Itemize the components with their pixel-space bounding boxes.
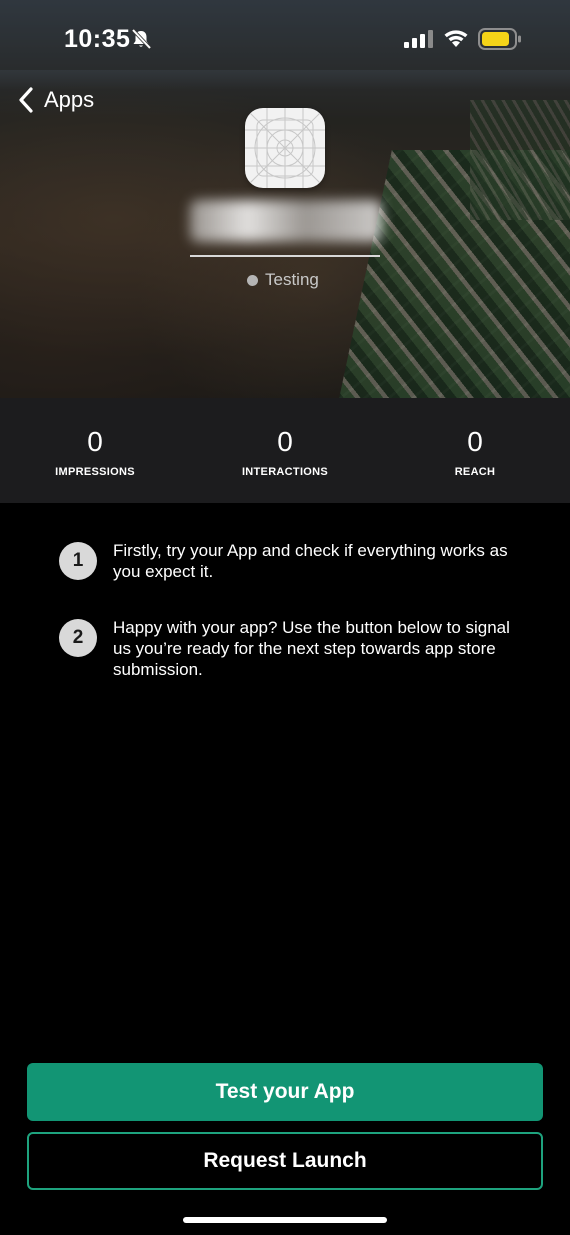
stat-value: 0	[467, 426, 483, 457]
status-bar: 10:35	[0, 0, 570, 80]
stat-value: 0	[87, 426, 103, 457]
back-button[interactable]: Apps	[16, 86, 94, 114]
step-text: Happy with your app? Use the button belo…	[113, 618, 510, 679]
app-name-underline	[190, 255, 380, 257]
app-name-redacted	[190, 200, 382, 242]
step-number-badge: 1	[59, 542, 97, 580]
app-icon	[245, 108, 325, 188]
wifi-icon	[444, 30, 468, 47]
bell-muted-icon	[131, 28, 152, 50]
status-dot-icon	[247, 274, 258, 286]
stat-impressions: 0 IMPRESSIONS	[0, 398, 190, 503]
step-number-badge: 2	[59, 619, 97, 657]
test-app-button[interactable]: Test your App	[27, 1063, 543, 1121]
stat-label: INTERACTIONS	[241, 466, 329, 478]
battery-icon	[478, 28, 521, 50]
stat-label: REACH	[454, 466, 496, 478]
back-button-label: Apps	[44, 87, 95, 112]
app-status-badge: Testing	[247, 270, 319, 290]
stat-label: IMPRESSIONS	[55, 466, 135, 478]
step-text: Firstly, try your App and check if every…	[113, 541, 508, 581]
chevron-left-icon	[19, 87, 33, 113]
cellular-signal-icon	[404, 30, 433, 48]
stat-value: 0	[277, 426, 293, 457]
stats-bar: 0 IMPRESSIONS 0 INTERACTIONS 0 REACH	[0, 398, 570, 503]
app-status-label: Testing	[265, 270, 319, 289]
app-icon-placeholder-grid	[245, 108, 325, 188]
step-item: 1 Firstly, try your App and check if eve…	[59, 541, 513, 582]
stat-reach: 0 REACH	[380, 398, 570, 503]
home-indicator[interactable]	[183, 1217, 387, 1223]
status-time: 10:35	[64, 25, 131, 53]
stat-interactions: 0 INTERACTIONS	[190, 398, 380, 503]
step-item: 2 Happy with your app? Use the button be…	[59, 618, 513, 680]
request-launch-button[interactable]: Request Launch	[27, 1132, 543, 1190]
